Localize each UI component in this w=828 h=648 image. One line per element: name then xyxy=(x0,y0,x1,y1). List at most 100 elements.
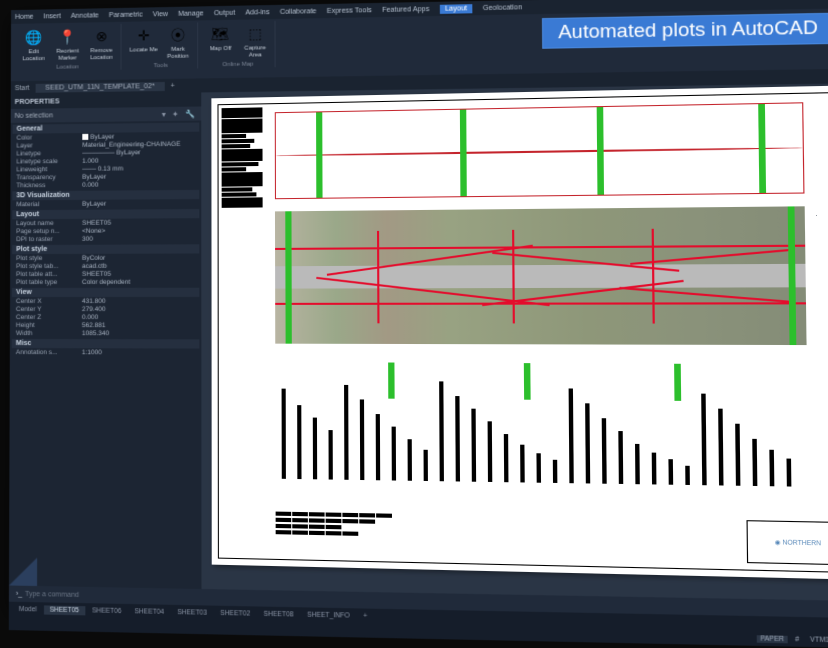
prop-group-header[interactable]: View xyxy=(12,288,199,297)
menu-item-annotate[interactable]: Annotate xyxy=(71,12,99,19)
prop-row[interactable]: Layout nameSHEET05 xyxy=(12,218,199,227)
xsec-bar xyxy=(685,466,690,485)
command-icon: ›_ xyxy=(13,590,25,597)
menu-item-insert[interactable]: Insert xyxy=(43,13,60,20)
prop-group-layout: LayoutLayout nameSHEET05Page setup n...<… xyxy=(12,209,199,243)
layout-tab-sheet03[interactable]: SHEET03 xyxy=(171,607,213,617)
prop-row[interactable]: Plot table typeColor dependent xyxy=(12,278,199,286)
ribbon-button-label: Edit Location xyxy=(19,49,49,63)
space-toggle[interactable]: PAPER xyxy=(757,635,788,643)
left-title-strip xyxy=(222,107,264,555)
prop-value[interactable]: 0.000 xyxy=(82,180,195,188)
layout-tab-sheet04[interactable]: SHEET04 xyxy=(128,607,170,617)
xsec-bar xyxy=(344,385,349,480)
prop-value[interactable]: ─────── ByLayer xyxy=(82,148,195,156)
prop-value[interactable]: 1.000 xyxy=(82,156,195,164)
xsec-bar xyxy=(786,459,791,487)
profile-viewport xyxy=(275,102,805,199)
prop-key: Plot style tab... xyxy=(16,262,82,269)
menu-item-output[interactable]: Output xyxy=(214,9,235,16)
layout-tab-sheet05[interactable]: SHEET05 xyxy=(44,605,85,615)
layout-tab-sheet-info[interactable]: SHEET_INFO xyxy=(301,610,356,620)
selection-dropdown[interactable]: No selection xyxy=(15,111,162,120)
prop-key: Layout name xyxy=(16,219,82,226)
locate-me-button[interactable]: ✛Locate Me xyxy=(128,23,160,62)
schedule-table xyxy=(276,512,652,561)
prop-value[interactable]: SHEET05 xyxy=(82,270,195,277)
start-tab[interactable]: Start xyxy=(15,84,30,91)
layout-tab-model[interactable]: Model xyxy=(13,604,43,614)
map-off-button[interactable]: 🗺Map Off xyxy=(204,22,237,61)
xsec-bar xyxy=(701,394,707,486)
drawing-canvas[interactable]: ◉ NORTHERN xyxy=(201,83,828,601)
capture-icon: ⬚ xyxy=(244,22,266,44)
layout-tab-sheet02[interactable]: SHEET02 xyxy=(214,608,256,618)
prop-value[interactable]: Color dependent xyxy=(82,278,195,285)
menu-item-parametric[interactable]: Parametric xyxy=(109,11,143,19)
prop-row[interactable]: Center X431.800 xyxy=(12,297,199,305)
prop-row[interactable]: Page setup n...<None> xyxy=(12,226,199,235)
menu-item-featured-apps[interactable]: Featured Apps xyxy=(382,5,429,13)
prop-value[interactable]: ByLayer xyxy=(82,172,195,180)
layout-tab--[interactable]: + xyxy=(357,611,374,621)
xsec-bar xyxy=(752,439,757,486)
menu-item-geolocation[interactable]: Geolocation xyxy=(483,4,522,12)
pin-icon: 📍 xyxy=(57,26,79,48)
prop-value[interactable]: acad.ctb xyxy=(82,262,195,269)
prop-row[interactable]: Thickness0.000 xyxy=(12,180,199,190)
layout-tab-sheet06[interactable]: SHEET06 xyxy=(86,606,127,616)
properties-tools[interactable]: ▾ ✦ 🔧 xyxy=(162,109,198,118)
prop-value[interactable]: SHEET05 xyxy=(82,219,195,227)
prop-value[interactable]: 279.400 xyxy=(82,305,195,312)
menu-item-express-tools[interactable]: Express Tools xyxy=(327,7,372,15)
mark-position-button[interactable]: ⦿Mark Position xyxy=(162,23,194,62)
prop-value[interactable]: ByLayer xyxy=(82,200,195,208)
ribbon-group-online-map: 🗺Map Off⬚Capture AreaOnline Map xyxy=(201,21,275,69)
prop-value[interactable]: 300 xyxy=(82,235,195,243)
coords-display[interactable]: VTM11-11 xyxy=(807,636,828,644)
ribbon-button-label: Capture Area xyxy=(240,45,271,59)
prop-row[interactable]: MaterialByLayer xyxy=(12,199,199,208)
prop-key: Linetype scale xyxy=(16,157,82,165)
prop-row[interactable]: Center Z0.000 xyxy=(12,313,199,321)
prop-value[interactable]: 431.800 xyxy=(82,297,195,304)
capture-area-button[interactable]: ⬚Capture Area xyxy=(239,21,272,60)
prop-row[interactable]: Plot style tab...acad.ctb xyxy=(12,262,199,271)
edit-location-button[interactable]: 🌐Edit Location xyxy=(18,25,50,63)
xsec-bar xyxy=(488,421,493,482)
prop-value[interactable]: 562.881 xyxy=(82,322,195,329)
prop-key: Material xyxy=(16,200,82,207)
prop-key: Linetype xyxy=(17,149,83,157)
prop-value[interactable]: ByColor xyxy=(82,254,195,261)
prop-group-header[interactable]: Misc xyxy=(12,339,199,349)
prop-value[interactable]: Material_Engineering-CHAINAGE xyxy=(82,140,195,148)
prop-row[interactable]: Height562.881 xyxy=(12,321,199,329)
xsec-bar xyxy=(520,445,525,483)
layout-tab-sheet08[interactable]: SHEET08 xyxy=(257,609,299,619)
reorient-marker-button[interactable]: 📍Reorient Marker xyxy=(52,25,84,63)
grid-display-icon[interactable]: # xyxy=(792,635,803,643)
prop-row[interactable]: Plot styleByColor xyxy=(12,253,199,262)
prop-row[interactable]: Center Y279.400 xyxy=(12,305,199,313)
prop-row[interactable]: Plot table att...SHEET05 xyxy=(12,270,199,278)
remove-location-button[interactable]: ⊗Remove Location xyxy=(85,24,117,63)
menu-item-collaborate[interactable]: Collaborate xyxy=(280,8,317,16)
menu-item-layout[interactable]: Layout xyxy=(440,4,473,14)
command-prompt: Type a command xyxy=(25,590,79,598)
prop-value[interactable]: ByLayer xyxy=(82,132,195,140)
menu-item-home[interactable]: Home xyxy=(15,13,34,20)
prop-value[interactable]: 0.000 xyxy=(82,314,195,321)
add-tab[interactable]: + xyxy=(171,82,175,89)
file-tab[interactable]: SEED_UTM_11N_TEMPLATE_02* xyxy=(35,81,164,92)
menu-item-view[interactable]: View xyxy=(153,11,168,18)
prop-value[interactable]: ─── 0.13 mm xyxy=(82,164,195,172)
markpos-icon: ⦿ xyxy=(167,24,189,46)
prop-value[interactable]: 1085.340 xyxy=(82,330,195,337)
prop-value[interactable]: <None> xyxy=(82,227,195,235)
prop-group-3d-visualization: 3D VisualizationMaterialByLayer xyxy=(12,190,199,208)
prop-row[interactable]: DPI to raster300 xyxy=(12,234,199,243)
xsec-bar xyxy=(652,453,657,485)
prop-row[interactable]: Width1085.340 xyxy=(12,329,199,337)
menu-item-add-ins[interactable]: Add-ins xyxy=(245,9,269,16)
menu-item-manage[interactable]: Manage xyxy=(178,10,204,17)
